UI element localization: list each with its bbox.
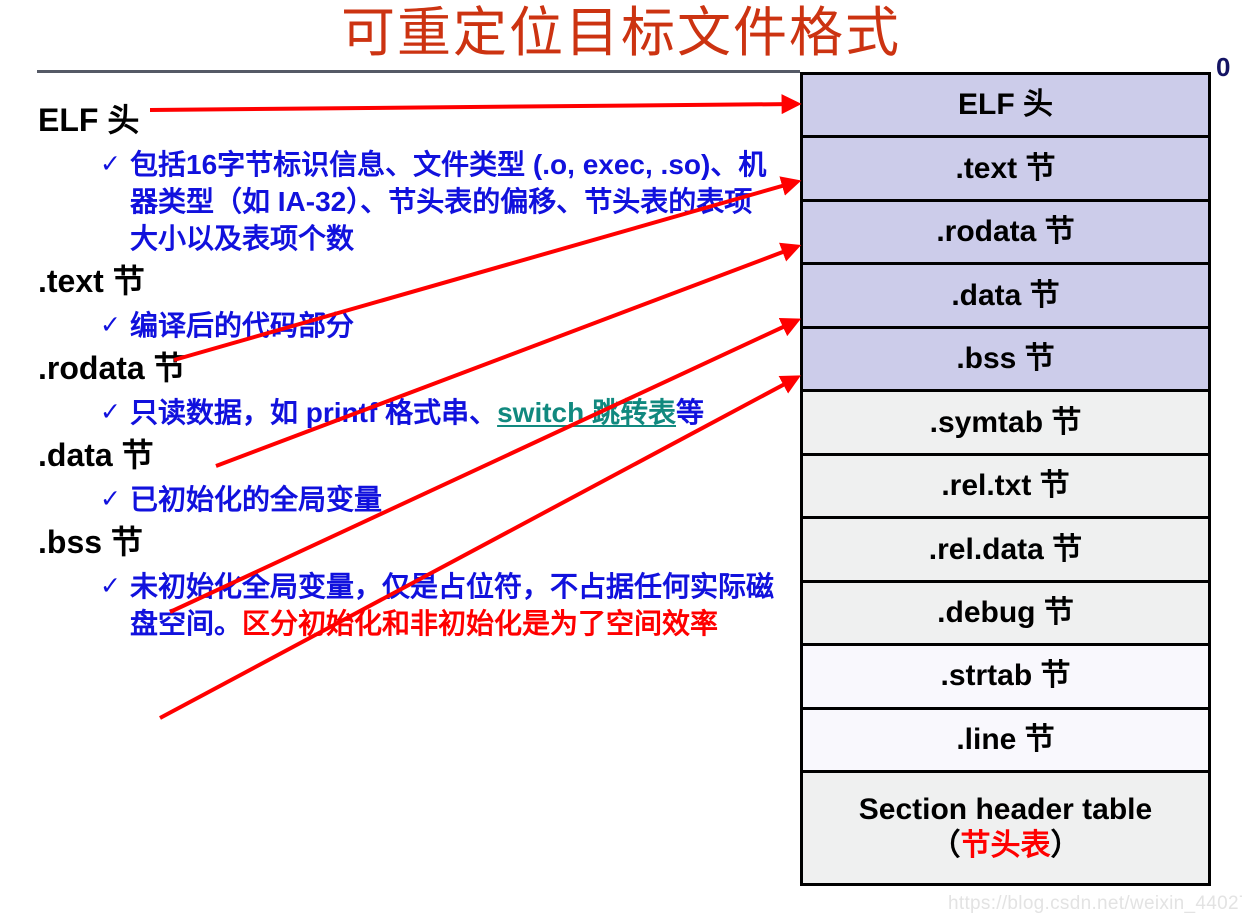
section-row-section-header-table: Section header table （节头表） [803,773,1208,884]
outline-bullet-text: 编译后的代码部分 [130,310,355,341]
checkmark-icon: ✓ [100,150,121,178]
page-number: 0 [1216,52,1231,82]
checkmark-icon: ✓ [100,311,121,339]
section-row-bss: .bss 节 [803,328,1208,393]
slide-canvas: 可重定位目标文件格式 0 ELF 头 ✓ 包括16字节标识信息、文件类型 (.o… [0,0,1242,919]
section-row-debug: .debug 节 [803,582,1208,647]
section-row-elf-header: ELF 头 [803,75,1208,139]
outline-heading-text: .text 节 [38,263,145,299]
section-row-rodata: .rodata 节 [803,201,1208,266]
outline-bullet-text-section: ✓ 编译后的代码部分 [38,307,778,344]
switch-jump-table-link[interactable]: switch 跳转表 [497,397,676,428]
outline-heading-data: .data 节 [38,437,154,473]
checkmark-icon: ✓ [100,485,121,513]
watermark: https://blog.csdn.net/weixin_44027734 [948,893,1242,914]
rodata-text-tail: 等 [676,397,705,428]
outline-bullet-elf: ✓ 包括16字节标识信息、文件类型 (.o, exec, .so)、机器类型（如… [38,146,778,257]
section-row-symtab: .symtab 节 [803,392,1208,456]
section-row-strtab: .strtab 节 [803,646,1208,710]
title-divider [37,70,800,73]
outline-bullet-data: ✓ 已初始化的全局变量 [38,481,778,518]
section-row-line: .line 节 [803,709,1208,774]
outline-heading-rodata: .rodata 节 [38,350,186,386]
page-title: 可重定位目标文件格式 [341,3,901,63]
outline-bullet-text: 已初始化的全局变量 [130,484,383,515]
checkmark-icon: ✓ [100,572,121,600]
rodata-text-plain: 只读数据，如 printf 格式串、 [130,397,498,428]
checkmark-icon: ✓ [100,398,121,426]
section-header-table-label-en: Section header table [858,793,1153,827]
elf-section-table: ELF 头 .text 节 .rodata 节 .data 节 .bss 节 .… [800,72,1211,886]
section-header-table-label-cn-inner: 节头表 [960,829,1051,863]
outline-bullet-bss: ✓ 未初始化全局变量，仅是占位符，不占据任何实际磁盘空间。区分初始化和非初始化是… [38,568,778,642]
outline-bullet-text: 未初始化全局变量，仅是占位符，不占据任何实际磁盘空间。区分初始化和非初始化是为了… [130,568,778,642]
outline-heading-elf: ELF 头 [38,102,140,138]
section-row-text: .text 节 [803,138,1208,202]
outline-column: ELF 头 ✓ 包括16字节标识信息、文件类型 (.o, exec, .so)、… [38,96,778,642]
section-row-data: .data 节 [803,265,1208,329]
outline-heading-bss: .bss 节 [38,524,143,560]
outline-bullet-text: 包括16字节标识信息、文件类型 (.o, exec, .so)、机器类型（如 I… [130,149,767,254]
bss-text-emphasis: 区分初始化和非初始化是为了空间效率 [242,608,719,639]
section-row-rel-txt: .rel.txt 节 [803,455,1208,520]
outline-bullet-rodata: ✓ 只读数据，如 printf 格式串、switch 跳转表等 [38,394,778,431]
section-row-rel-data: .rel.data 节 [803,519,1208,583]
section-header-table-label-cn: （节头表） [930,829,1081,863]
outline-bullet-text: 只读数据，如 printf 格式串、switch 跳转表等 [130,394,778,431]
